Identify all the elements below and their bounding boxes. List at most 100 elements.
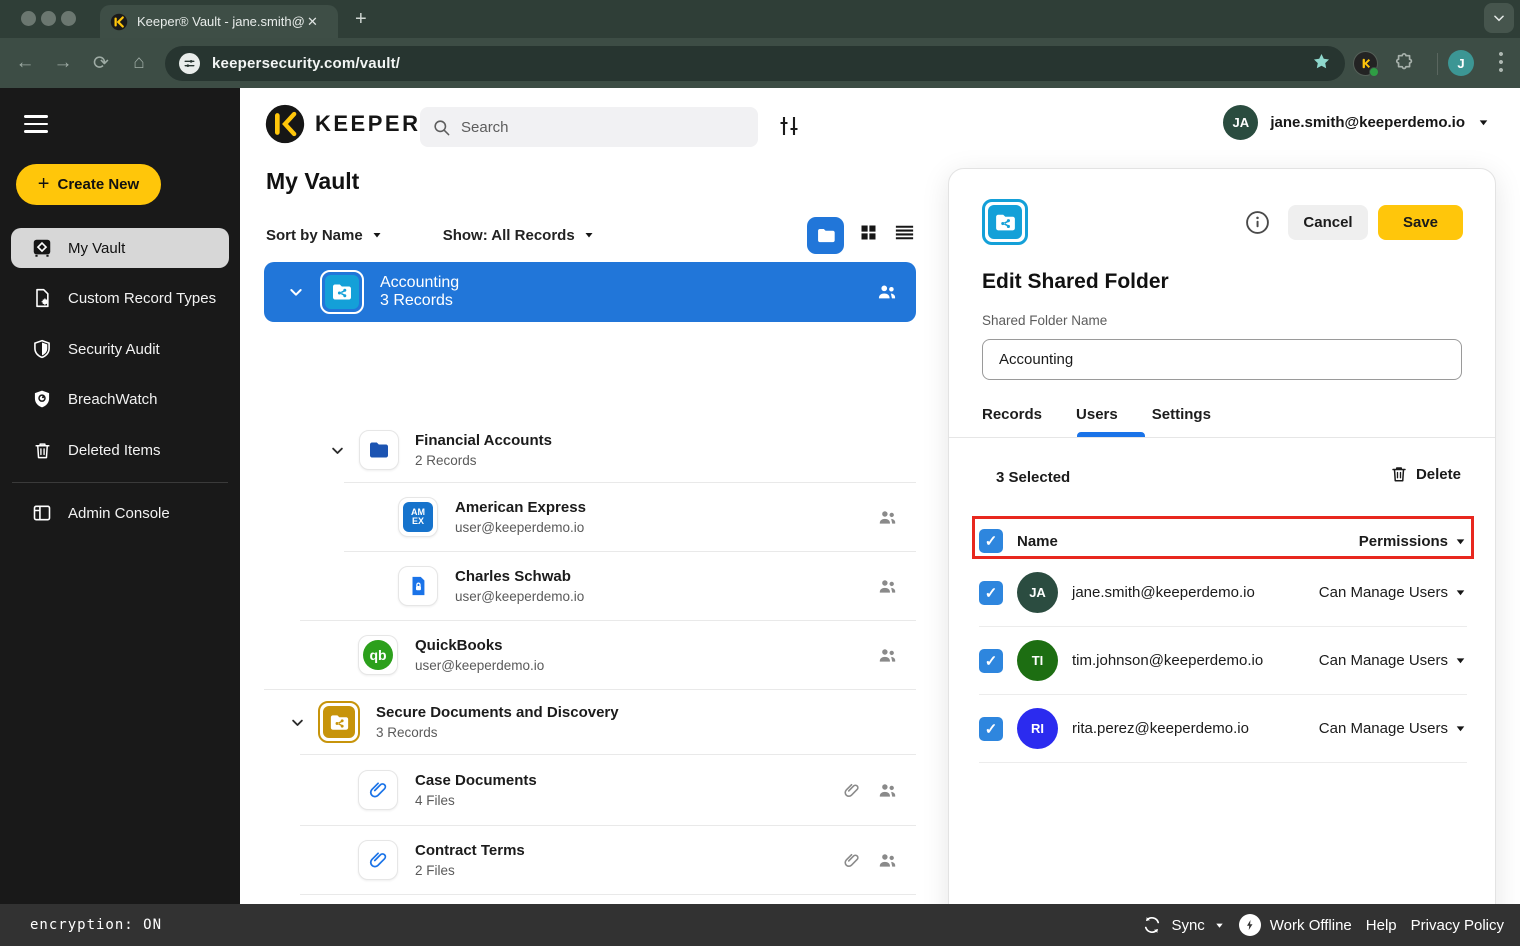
shared-users-icon[interactable] bbox=[877, 780, 898, 801]
folder-title: Accounting bbox=[380, 274, 459, 292]
folder-name-input[interactable] bbox=[982, 339, 1462, 380]
search-input[interactable] bbox=[461, 119, 721, 136]
list-view-button[interactable] bbox=[893, 221, 916, 249]
users-table-header: ✓ Name Permissions bbox=[979, 523, 1467, 559]
user-permission-dropdown[interactable]: Can Manage Users bbox=[1319, 720, 1467, 737]
folder-row-accounting[interactable]: Accounting 3 Records bbox=[264, 262, 916, 322]
show-dropdown[interactable]: Show: All Records bbox=[443, 227, 595, 244]
sidebar-item-my-vault[interactable]: My Vault bbox=[11, 228, 229, 268]
sync-label: Sync bbox=[1171, 917, 1204, 934]
new-tab-button[interactable]: + bbox=[355, 8, 367, 31]
permission-value: Can Manage Users bbox=[1319, 584, 1448, 601]
help-link[interactable]: Help bbox=[1366, 917, 1397, 934]
site-settings-icon[interactable] bbox=[179, 53, 200, 74]
create-new-button[interactable]: + Create New bbox=[16, 164, 161, 205]
privacy-policy-link[interactable]: Privacy Policy bbox=[1411, 917, 1504, 934]
filter-tune-icon[interactable] bbox=[777, 114, 801, 143]
sidebar-item-admin-console[interactable]: Admin Console bbox=[0, 493, 240, 533]
collapse-chevron-icon[interactable] bbox=[290, 715, 305, 730]
user-row[interactable]: ✓ RI rita.perez@keeperdemo.io Can Manage… bbox=[979, 695, 1467, 762]
user-row[interactable]: ✓ TI tim.johnson@keeperdemo.io Can Manag… bbox=[979, 627, 1467, 694]
keeper-favicon bbox=[110, 13, 128, 31]
user-permission-dropdown[interactable]: Can Manage Users bbox=[1319, 652, 1467, 669]
extensions-puzzle-icon[interactable] bbox=[1394, 52, 1416, 79]
url-bar[interactable]: keepersecurity.com/vault/ bbox=[165, 46, 1345, 81]
page-title: My Vault bbox=[266, 168, 359, 195]
shared-users-icon[interactable] bbox=[877, 645, 898, 666]
tab-settings[interactable]: Settings bbox=[1152, 406, 1211, 423]
work-offline-button[interactable]: Work Offline bbox=[1239, 914, 1352, 936]
attachment-icon bbox=[842, 851, 861, 870]
user-checkbox[interactable]: ✓ bbox=[979, 649, 1003, 673]
chevron-down-icon bbox=[1454, 722, 1467, 735]
record-row-quickbooks[interactable]: qb QuickBooks user@keeperdemo.io bbox=[264, 621, 916, 689]
sidebar-item-security-audit[interactable]: Security Audit bbox=[0, 329, 240, 369]
browser-tab[interactable]: Keeper® Vault - jane.smith@ ✕ bbox=[100, 5, 338, 38]
user-row[interactable]: ✓ JA jane.smith@keeperdemo.io Can Manage… bbox=[979, 559, 1467, 626]
hamburger-menu-icon[interactable] bbox=[24, 115, 48, 133]
window-close-button[interactable] bbox=[21, 11, 36, 26]
record-title: Case Documents bbox=[415, 772, 537, 791]
delete-button[interactable]: Delete bbox=[1390, 465, 1461, 483]
user-checkbox[interactable]: ✓ bbox=[979, 581, 1003, 605]
attachment-icon bbox=[842, 781, 861, 800]
url-text: keepersecurity.com/vault/ bbox=[212, 55, 400, 72]
user-permission-dropdown[interactable]: Can Manage Users bbox=[1319, 584, 1467, 601]
reload-icon[interactable]: ⟳ bbox=[82, 52, 120, 75]
sidebar-item-label: BreachWatch bbox=[68, 391, 157, 408]
info-icon[interactable] bbox=[1245, 210, 1270, 240]
extension-status-dot bbox=[1369, 67, 1379, 77]
shared-folder-icon bbox=[982, 199, 1028, 245]
search-bar[interactable] bbox=[420, 107, 758, 147]
folder-row-financial-accounts[interactable]: Financial Accounts 2 Records bbox=[264, 418, 916, 482]
sidebar-item-deleted-items[interactable]: Deleted Items bbox=[0, 430, 240, 470]
forward-icon[interactable]: → bbox=[44, 52, 82, 74]
cancel-button[interactable]: Cancel bbox=[1288, 205, 1368, 240]
shared-users-icon[interactable] bbox=[877, 507, 898, 528]
brand-wordmark: KEEPER bbox=[315, 111, 420, 137]
row-actions bbox=[877, 576, 898, 597]
record-row-contract-terms[interactable]: Contract Terms 2 Files bbox=[264, 826, 916, 894]
folder-row-secure-documents[interactable]: Secure Documents and Discovery 3 Records bbox=[264, 690, 916, 754]
edit-shared-folder-panel: Cancel Save Edit Shared Folder Shared Fo… bbox=[948, 168, 1496, 946]
window-minimize-button[interactable] bbox=[41, 11, 56, 26]
back-icon[interactable]: ← bbox=[6, 52, 44, 74]
sort-dropdown[interactable]: Sort by Name bbox=[266, 227, 383, 244]
sidebar-divider bbox=[12, 482, 228, 483]
keeper-logo-icon bbox=[265, 104, 305, 144]
folder-view-button[interactable] bbox=[807, 217, 844, 254]
grid-view-button[interactable] bbox=[858, 222, 879, 248]
user-checkbox[interactable]: ✓ bbox=[979, 717, 1003, 741]
panel-title: Edit Shared Folder bbox=[982, 270, 1169, 294]
shared-users-icon[interactable] bbox=[877, 576, 898, 597]
record-row-case-documents[interactable]: Case Documents 4 Files bbox=[264, 755, 916, 825]
tab-search-button[interactable] bbox=[1484, 3, 1514, 33]
permissions-column-header[interactable]: Permissions bbox=[1359, 533, 1467, 550]
shared-users-icon[interactable] bbox=[876, 281, 898, 303]
save-button[interactable]: Save bbox=[1378, 205, 1463, 240]
bookmark-star-icon[interactable] bbox=[1312, 52, 1331, 76]
admin-console-icon bbox=[30, 503, 54, 523]
keeper-extension-icon[interactable] bbox=[1353, 51, 1378, 76]
shared-users-icon[interactable] bbox=[877, 850, 898, 871]
home-icon[interactable]: ⌂ bbox=[120, 52, 158, 74]
record-row-charles-schwab[interactable]: Charles Schwab user@keeperdemo.io bbox=[264, 552, 916, 620]
select-all-checkbox[interactable]: ✓ bbox=[979, 529, 1003, 553]
sidebar-item-custom-record-types[interactable]: Custom Record Types bbox=[0, 278, 240, 318]
trash-icon bbox=[1390, 465, 1408, 483]
window-zoom-button[interactable] bbox=[61, 11, 76, 26]
sidebar-item-breachwatch[interactable]: BreachWatch bbox=[0, 379, 240, 419]
tab-close-icon[interactable]: ✕ bbox=[307, 14, 318, 30]
keeper-logo: KEEPER ® bbox=[265, 104, 437, 144]
amex-text: EX bbox=[412, 517, 424, 526]
account-avatar[interactable]: JA bbox=[1223, 105, 1258, 140]
record-row-american-express[interactable]: AM EX American Express user@keeperdemo.i… bbox=[264, 483, 916, 551]
browser-profile-avatar[interactable]: J bbox=[1448, 50, 1474, 76]
account-menu[interactable]: JA jane.smith@keeperdemo.io bbox=[1223, 105, 1490, 140]
tab-users[interactable]: Users bbox=[1076, 406, 1118, 423]
browser-menu-icon[interactable]: ••• bbox=[1494, 51, 1508, 75]
sync-button[interactable]: Sync bbox=[1142, 915, 1224, 935]
collapse-chevron-icon[interactable] bbox=[330, 443, 345, 458]
collapse-chevron-icon[interactable] bbox=[288, 284, 304, 300]
tab-records[interactable]: Records bbox=[982, 406, 1042, 423]
